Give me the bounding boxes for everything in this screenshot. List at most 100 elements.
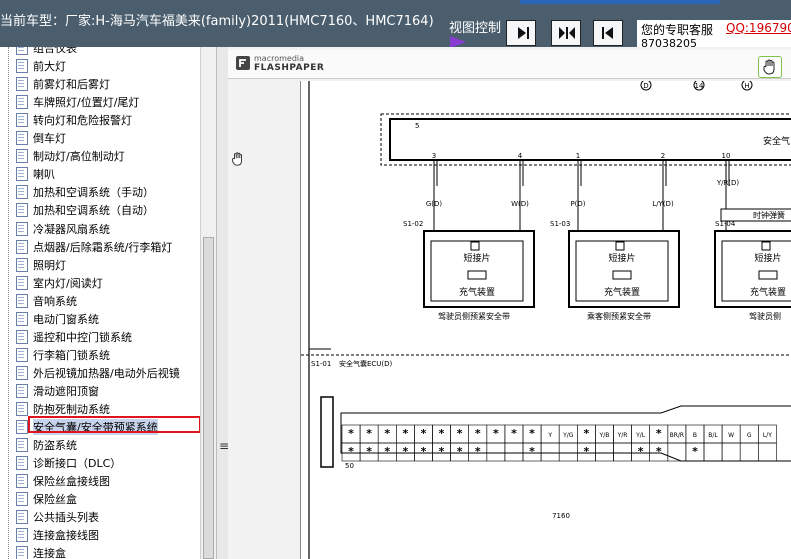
document-icon [16, 47, 28, 55]
brand-small-text: macromedia [254, 54, 305, 63]
sidebar-item[interactable]: 喇叭 [16, 165, 200, 183]
connector-id-label: S1-02 [403, 220, 423, 228]
wire-color-label: P(D) [570, 200, 585, 208]
sidebar-item[interactable]: 公共插头列表 [16, 508, 200, 526]
sidebar-item[interactable]: 电动门窗系统 [16, 310, 200, 328]
fit-page-button[interactable] [551, 20, 581, 46]
hand-tool-button[interactable] [758, 56, 782, 78]
pin-cell-label: * [402, 445, 408, 458]
document-icon [16, 113, 28, 128]
sidebar-item[interactable]: 前大灯 [16, 57, 200, 75]
pin-cell-label: Y/L [635, 432, 646, 439]
sidebar-item[interactable]: 滑动遮阳顶窗 [16, 382, 200, 400]
sidebar-item[interactable]: 音响系统 [16, 292, 200, 310]
pin-cell-label: * [439, 427, 445, 440]
prev-page-button[interactable] [593, 20, 623, 46]
sidebar-item[interactable]: 照明灯 [16, 256, 200, 274]
pin-cell-label: * [439, 445, 445, 458]
sidebar-item-label: 加热和空调系统（手动） [33, 186, 154, 200]
connector-id-label: S1-03 [550, 220, 570, 228]
short-bar-label: 短接片 [754, 252, 781, 264]
sidebar-item[interactable]: 室内灯/阅读灯 [16, 274, 200, 292]
connector-key-shape [320, 396, 334, 468]
sidebar-item[interactable]: 行李箱门锁系统 [16, 346, 200, 364]
pin-number-label: 50 [345, 462, 354, 470]
pin-cell-label: * [348, 445, 354, 458]
current-vehicle-label: 当前车型：厂家:H-海马汽车福美来(family)2011(HMC7160、HM… [0, 14, 434, 29]
fit-icon [559, 27, 575, 39]
document-icon [16, 510, 28, 525]
document-icon [16, 528, 28, 543]
support-phone: 87038205 [641, 37, 697, 47]
qq-link[interactable]: QQ:196790 [726, 21, 791, 35]
pin-cell-label: * [366, 445, 372, 458]
sidebar-item[interactable]: 诊断接口（DLC） [16, 454, 200, 472]
next-page-button[interactable] [506, 20, 536, 46]
sidebar-item[interactable]: 连接盒接线图 [16, 526, 200, 544]
document-icon [16, 474, 28, 489]
flashpaper-toolbar: macromedia FLASHPAPER [228, 50, 791, 79]
sidebar-item-label: 点烟器/后除霜系统/行李箱灯 [33, 240, 173, 254]
document-icon [16, 275, 28, 290]
sidebar-item[interactable]: 冷凝器风扇系统 [16, 220, 200, 238]
pin-cell-label: G [747, 432, 752, 439]
sidebar-item[interactable]: 倒车灯 [16, 129, 200, 147]
sidebar-item-label: 公共插头列表 [33, 511, 99, 525]
sidebar-item[interactable]: 遥控和中控门锁系统 [16, 328, 200, 346]
pin-cell-label: * [384, 445, 390, 458]
sidebar-item[interactable]: 前雾灯和后雾灯 [16, 75, 200, 93]
inflator-label: 充气装置 [750, 286, 786, 298]
sidebar-item[interactable]: 加热和空调系统（手动） [16, 183, 200, 201]
sidebar-item[interactable]: 加热和空调系统（自动） [16, 201, 200, 219]
inflator-symbol [612, 270, 632, 280]
sidebar-item[interactable]: 保险丝盒接线图 [16, 472, 200, 490]
connector-id-label: S1-01 [311, 360, 331, 368]
customer-service-box: 您的专职客服 QQ:196790 87038205 [637, 20, 791, 47]
airbag-wiring-diagram: D 14 H 5 安全气 3 4 1 2 10 G(D) W(D) P(D) L/Y(D) Y/R(D) S1… [301, 81, 791, 559]
pin-cell-label: * [421, 445, 427, 458]
pin-cell-label: * [475, 427, 481, 440]
sidebar-item[interactable]: 车牌照灯/位置灯/尾灯 [16, 93, 200, 111]
document-icon [16, 221, 28, 236]
mouse-cursor-hand-icon [232, 152, 242, 166]
document-icon [16, 239, 28, 254]
short-bar-symbol [761, 241, 771, 251]
sidebar-item[interactable]: 组合仪表 [16, 47, 200, 57]
sidebar-item-label: 连接盒接线图 [33, 529, 99, 543]
document-icon [16, 365, 28, 380]
document-viewer: macromedia FLASHPAPER D 14 H 5 安全气 3 4 1 2 10 G(D)… [228, 47, 791, 559]
ecu-pin-number: 3 [432, 152, 436, 160]
sidebar-scrollbar[interactable] [200, 47, 216, 559]
document-icon [16, 257, 28, 272]
sidebar-item-label: 音响系统 [33, 294, 77, 308]
sidebar-item-label: 倒车灯 [33, 132, 66, 146]
sidebar-item[interactable]: 防盗系统 [16, 436, 200, 454]
sidebar-item-label: 保险丝盒 [33, 493, 77, 507]
pretensioner-caption: 驾驶员侧 [749, 311, 781, 321]
sidebar-scroll-thumb[interactable] [203, 237, 214, 559]
pin-cell-label: * [529, 445, 535, 458]
sidebar-item-label: 保险丝盒接线图 [33, 475, 110, 489]
pin-cell-label: * [402, 427, 408, 440]
document-icon [16, 438, 28, 453]
document-icon [16, 59, 28, 74]
pin-cell-label: * [638, 445, 644, 458]
inflator-label: 充气装置 [604, 286, 640, 298]
sidebar-item[interactable]: 外后视镜加热器/电动外后视镜 [16, 364, 200, 382]
sidebar-item[interactable]: 连接盒 [16, 544, 200, 559]
document-icon [16, 293, 28, 308]
sidebar-item[interactable]: 制动灯/高位制动灯 [16, 147, 200, 165]
sidebar-item[interactable]: 保险丝盒 [16, 490, 200, 508]
tree-connector-line [8, 47, 9, 559]
sidebar-item-label: 行李箱门锁系统 [33, 348, 110, 362]
sidebar-item[interactable]: 点烟器/后除霜系统/行李箱灯 [16, 238, 200, 256]
document-icon [16, 329, 28, 344]
sidebar-item-label: 遥控和中控门锁系统 [33, 330, 132, 344]
pin-cell-label: B [693, 432, 697, 439]
browser-tab-strip [520, 0, 720, 4]
sidebar-item[interactable]: 转向灯和危险报警灯 [16, 111, 200, 129]
sidebar-tree: 组合仪表 前大灯 前雾灯和后雾灯 车牌照灯/位置灯/尾灯 转向灯和危险报警灯倒车灯 制动灯… [0, 47, 200, 559]
document-icon [16, 311, 28, 326]
pane-splitter[interactable]: ≡ [216, 47, 229, 559]
short-bar-label: 短接片 [608, 252, 635, 264]
